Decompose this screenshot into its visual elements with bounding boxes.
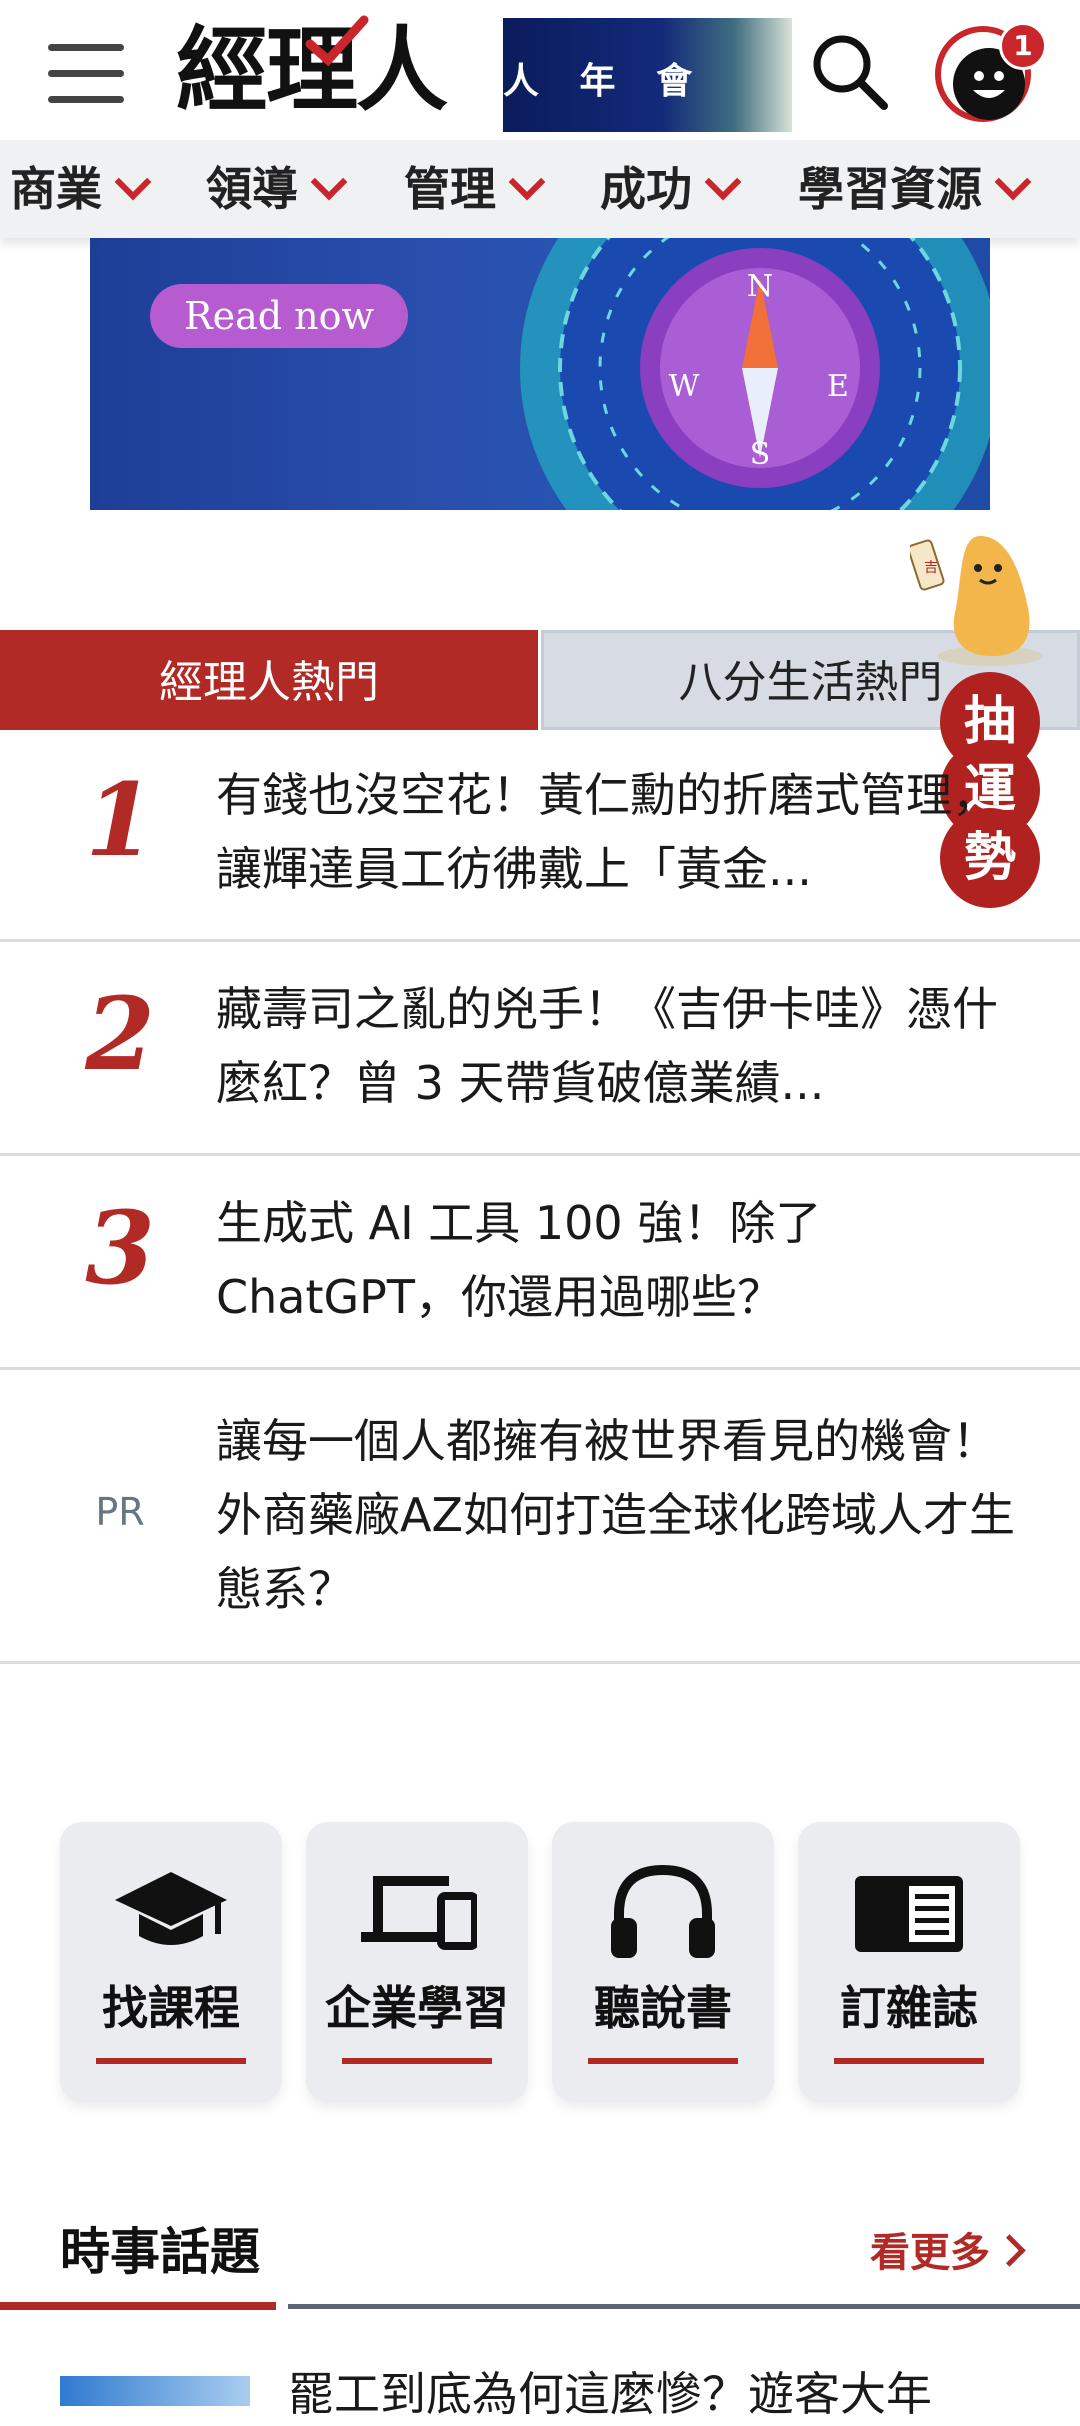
- see-more-label: 看更多: [870, 2230, 990, 2276]
- list-item[interactable]: 1 有錢也沒空花！黃仁勳的折磨式管理，讓輝達員工彷彿戴上「黃金...: [0, 730, 1080, 942]
- quick-link-underline: [834, 2058, 984, 2064]
- compass-letter: N: [747, 269, 773, 304]
- fortune-mascot[interactable]: 吉: [907, 528, 1060, 668]
- compass-graphic: N W E S: [520, 238, 990, 510]
- rank-number: 1: [85, 761, 155, 879]
- category-nav: 商業 領導 管理 成功 學習資源: [0, 140, 1080, 238]
- quick-link-underline: [342, 2058, 492, 2064]
- section-divider-accent: [0, 2302, 276, 2310]
- find-course-button[interactable]: 找課程: [60, 1822, 282, 2102]
- header-ad-banner[interactable]: 人 年 會: [503, 18, 792, 132]
- rank-number: 2: [85, 975, 155, 1093]
- category-label: 學習資源: [798, 162, 982, 216]
- tab-manager-popular[interactable]: 經理人熱門: [0, 630, 538, 730]
- audiobook-button[interactable]: 聽說書: [552, 1822, 774, 2102]
- compass-letter: S: [750, 437, 771, 472]
- category-management[interactable]: 管理: [404, 140, 546, 238]
- quick-link-label: 企業學習: [325, 1981, 509, 2035]
- list-item-sponsored[interactable]: PR 讓每一個人都擁有被世界看見的機會！外商藥廠AZ如何打造全球化跨域人才生態系…: [0, 1372, 1080, 1664]
- category-business[interactable]: 商業: [10, 140, 152, 238]
- category-learning-resources[interactable]: 學習資源: [798, 140, 1032, 238]
- chevron-down-icon: [994, 163, 1032, 201]
- chevron-down-icon: [310, 163, 348, 201]
- devices-icon: [361, 1876, 477, 1950]
- site-logo[interactable]: 經理人: [176, 14, 476, 126]
- compass-letter: E: [827, 369, 849, 404]
- search-button[interactable]: [808, 30, 892, 114]
- logo-check-icon: [305, 15, 369, 67]
- pr-label: PR: [95, 1490, 145, 1534]
- subscribe-magazine-button[interactable]: 訂雜誌: [798, 1822, 1020, 2102]
- chevron-right-icon: [993, 2234, 1026, 2267]
- promo-banner[interactable]: Read now N W E S: [90, 238, 990, 510]
- article-title: 生成式 AI 工具 100 強！除了 ChatGPT，你還用過哪些？: [216, 1196, 822, 1324]
- section-title: 時事話題: [60, 2223, 260, 2281]
- news-headline[interactable]: 罷工到底為何這麼慘？遊客大年: [288, 2362, 1048, 2426]
- header-ad-text: 人 年 會: [503, 61, 707, 102]
- chevron-down-icon: [704, 163, 742, 201]
- menu-icon[interactable]: [44, 38, 128, 108]
- category-success[interactable]: 成功: [600, 140, 742, 238]
- notification-badge: 1: [999, 22, 1047, 70]
- graduation-cap-icon: [115, 1872, 227, 1945]
- search-icon: [813, 35, 888, 110]
- category-label: 商業: [10, 162, 102, 216]
- category-label: 管理: [404, 162, 496, 216]
- category-label: 領導: [206, 162, 298, 216]
- top-header: 經理人 人 年 會 1: [0, 0, 1080, 140]
- quick-link-underline: [588, 2058, 738, 2064]
- quick-link-underline: [96, 2058, 246, 2064]
- mascot-icon: 吉: [907, 536, 1042, 666]
- rank-number: 3: [85, 1189, 155, 1307]
- article-title: 有錢也沒空花！黃仁勳的折磨式管理，讓輝達員工彷彿戴上「黃金...: [216, 768, 998, 896]
- article-title: 藏壽司之亂的兇手！《吉伊卡哇》憑什麼紅？曾 3 天帶貨破億業績...: [216, 982, 998, 1110]
- member-avatar-button[interactable]: 1: [935, 22, 1047, 132]
- list-item[interactable]: 3 生成式 AI 工具 100 強！除了 ChatGPT，你還用過哪些？: [0, 1158, 1080, 1370]
- quick-link-label: 找課程: [102, 1981, 240, 2035]
- magazine-icon: [855, 1876, 963, 1952]
- category-label: 成功: [600, 162, 692, 216]
- fortune-stick-char: 吉: [924, 560, 938, 576]
- article-title: 讓每一個人都擁有被世界看見的機會！外商藥廠AZ如何打造全球化跨域人才生態系？: [216, 1414, 1015, 1616]
- chevron-down-icon: [508, 163, 546, 201]
- list-item[interactable]: 2 藏壽司之亂的兇手！《吉伊卡哇》憑什麼紅？曾 3 天帶貨破億業績...: [0, 944, 1080, 1156]
- corporate-learning-button[interactable]: 企業學習: [306, 1822, 528, 2102]
- news-thumbnail[interactable]: [60, 2376, 250, 2406]
- headphones-icon: [611, 1864, 715, 1958]
- quick-link-label: 訂雜誌: [840, 1981, 978, 2035]
- compass-letter: W: [669, 369, 700, 404]
- quick-link-label: 聽說書: [594, 1981, 732, 2035]
- section-divider: [288, 2304, 1080, 2309]
- category-leadership[interactable]: 領導: [206, 140, 348, 238]
- chevron-down-icon: [114, 163, 152, 201]
- see-more-link[interactable]: 看更多: [870, 2220, 1026, 2278]
- read-now-button[interactable]: Read now: [150, 284, 408, 348]
